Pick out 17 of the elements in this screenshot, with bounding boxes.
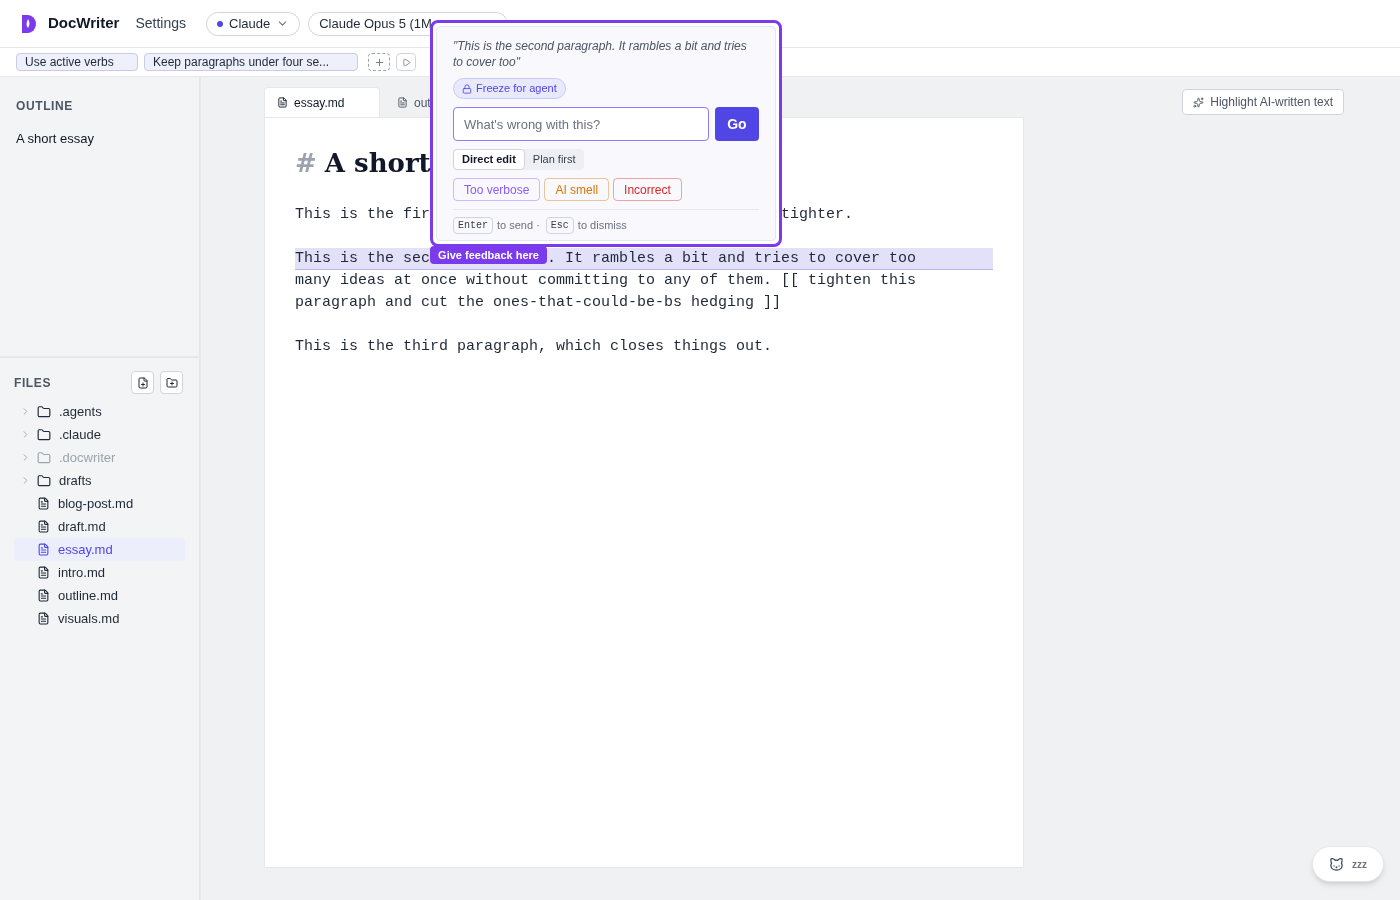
text-line: paragraph and cut the ones-that-could-be-bs hedging ]] xyxy=(295,293,782,313)
text-line: . It rambles a bit and tries to cover too xyxy=(547,249,917,269)
text-line: This is the sec xyxy=(295,249,431,269)
hint-text: to dismiss xyxy=(577,218,627,234)
text-line: This is the third paragraph, which closes things out. xyxy=(295,337,773,357)
files-title: FILES xyxy=(14,374,51,392)
hint-text: to send · xyxy=(497,218,540,234)
heading-mark: # xyxy=(295,147,317,180)
quoted-text: "This is the second paragraph. It rambles a bit and tries to cover too" xyxy=(453,38,748,70)
app-name: DocWriter xyxy=(48,13,120,34)
key-cap: Enter xyxy=(453,217,493,234)
text-line: many ideas at once without committing to any of them. [[ tighten this xyxy=(295,271,917,291)
document-heading: A short xyxy=(324,147,431,180)
key-cap: Esc xyxy=(545,217,574,234)
text-line: tighter. xyxy=(781,205,854,225)
text-line: This is the fir xyxy=(295,205,431,225)
outline-title: OUTLINE xyxy=(16,98,74,115)
